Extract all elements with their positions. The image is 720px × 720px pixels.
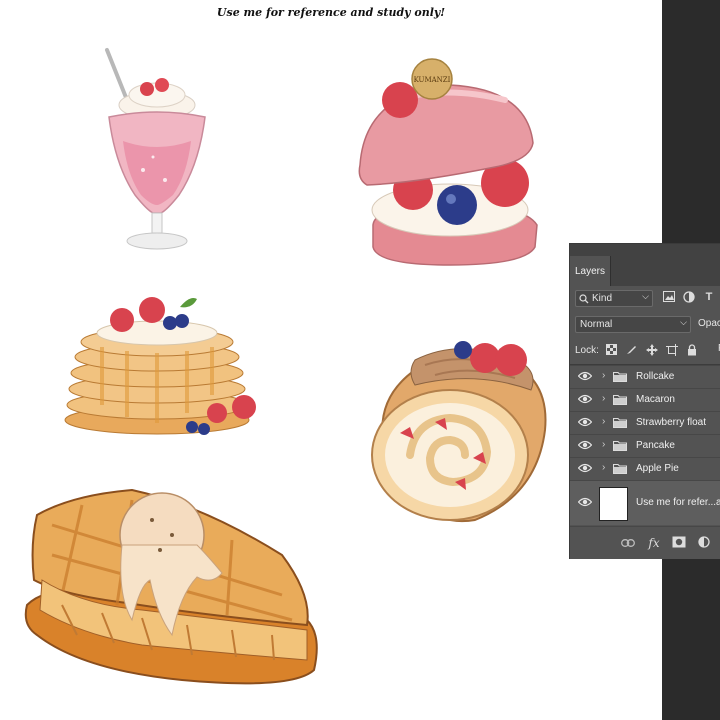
layer-name: Macaron: [636, 394, 675, 405]
rollcake-illustration: [371, 341, 547, 523]
canvas-caption: Use me for reference and study only!: [216, 6, 446, 19]
layer-name: Rollcake: [636, 371, 675, 382]
eye-icon[interactable]: [577, 371, 593, 383]
folder-icon: [612, 394, 628, 406]
folder-icon: [612, 417, 628, 429]
filter-kind-label: Kind: [592, 293, 613, 304]
layer-name: Pancake: [636, 440, 675, 451]
chevron-right-icon[interactable]: ›: [602, 370, 605, 381]
filter-kind-select[interactable]: Kind ⌵: [575, 290, 653, 307]
chevron-right-icon[interactable]: ›: [602, 393, 605, 404]
folder-icon: [612, 371, 628, 383]
layer-thumbnail: [599, 487, 628, 521]
panel-bottom-toolbar: fx: [570, 526, 720, 560]
eye-icon[interactable]: [577, 417, 593, 429]
panel-tab-bar: Layers: [570, 244, 720, 286]
chevron-right-icon[interactable]: ›: [602, 462, 605, 473]
layer-group-row[interactable]: › Macaron: [570, 388, 720, 412]
adjustment-filter-icon[interactable]: [683, 291, 695, 304]
layer-name: Apple Pie: [636, 463, 679, 474]
lock-pixels-icon[interactable]: [625, 344, 639, 356]
adjustment-icon[interactable]: [696, 536, 712, 550]
eye-icon[interactable]: [577, 463, 593, 475]
lock-row: Lock: F: [575, 342, 720, 358]
chevron-down-icon: ⌵: [642, 291, 649, 301]
mask-icon[interactable]: [671, 536, 687, 550]
eye-icon[interactable]: [577, 440, 593, 452]
layer-group-row[interactable]: › Rollcake: [570, 365, 720, 389]
strawberry-float-illustration: [105, 48, 206, 250]
lock-position-icon[interactable]: [645, 344, 659, 356]
opacity-label: Opaci: [698, 318, 720, 329]
folder-icon: [612, 463, 628, 475]
layers-panel[interactable]: Layers Kind ⌵ T Normal ⌵ Opaci Lock:: [569, 243, 720, 559]
lock-all-icon[interactable]: [685, 344, 699, 356]
blend-mode-label: Normal: [580, 319, 613, 330]
lock-transparency-icon[interactable]: [605, 344, 619, 356]
macaron-medallion-text: KUMANZI: [414, 76, 451, 84]
layer-group-row[interactable]: › Pancake: [570, 434, 720, 458]
lock-label: Lock:: [575, 344, 599, 356]
lock-artboard-icon[interactable]: [665, 344, 679, 356]
image-filter-icon[interactable]: [663, 291, 675, 304]
apple-pie-illustration: [24, 488, 318, 685]
blend-row: Normal ⌵ Opaci: [575, 316, 720, 333]
fx-icon[interactable]: fx: [646, 536, 662, 550]
chevron-right-icon[interactable]: ›: [602, 439, 605, 450]
eye-icon[interactable]: [577, 497, 593, 509]
pancake-illustration: [64, 297, 256, 435]
link-icon[interactable]: [620, 536, 636, 550]
layer-name: Use me for refer...an: [636, 497, 720, 508]
chevron-down-icon: ⌵: [680, 317, 687, 327]
blend-mode-select[interactable]: Normal ⌵: [575, 316, 691, 333]
search-icon: [579, 293, 589, 303]
folder-icon: [612, 440, 628, 452]
tab-layers[interactable]: Layers: [570, 256, 611, 286]
layer-group-row[interactable]: › Apple Pie: [570, 457, 720, 481]
eye-icon[interactable]: [577, 394, 593, 406]
layer-row[interactable]: Use me for refer...an: [570, 480, 720, 525]
layer-name: Strawberry float: [636, 417, 707, 428]
macaron-illustration: KUMANZI: [358, 58, 538, 266]
layer-filter-row: Kind ⌵ T: [575, 290, 720, 307]
layer-group-row[interactable]: › Strawberry float: [570, 411, 720, 435]
chevron-right-icon[interactable]: ›: [602, 416, 605, 427]
document-canvas[interactable]: Use me for reference and study only! KUM…: [0, 0, 662, 720]
type-filter-icon[interactable]: T: [703, 291, 715, 304]
